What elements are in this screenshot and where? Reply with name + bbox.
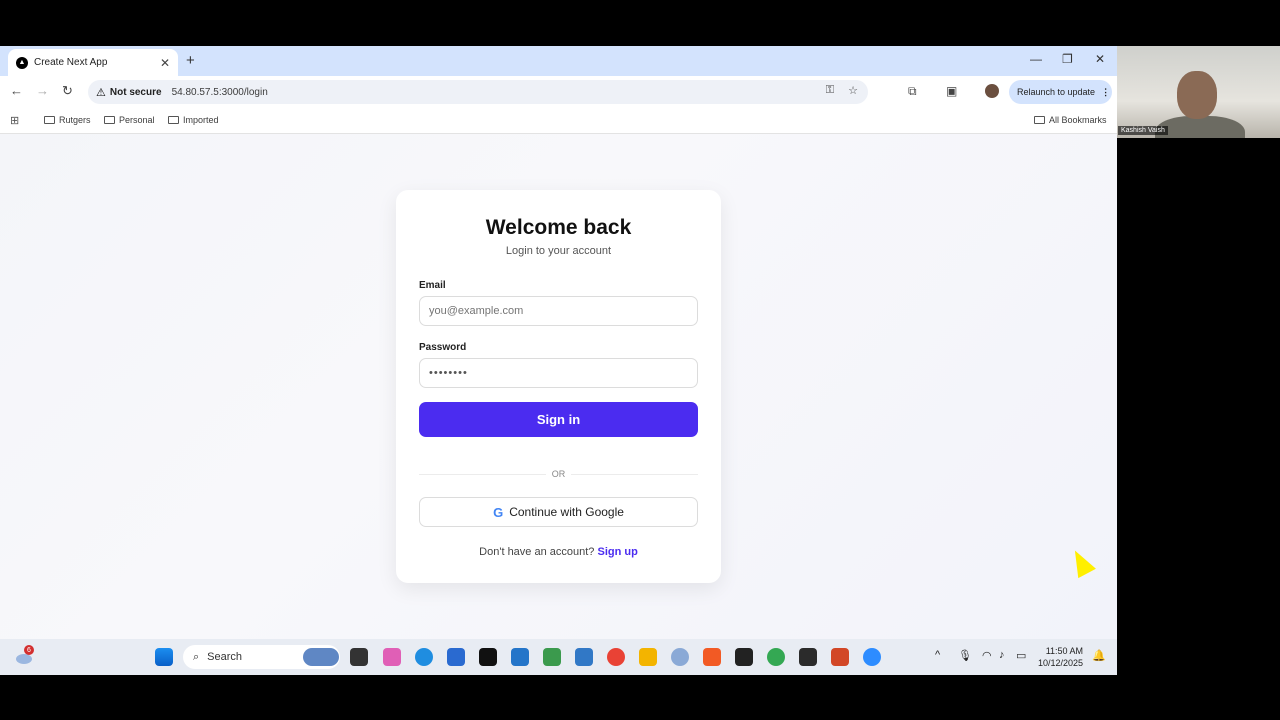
google-icon: G (493, 504, 504, 520)
bookmark-personal[interactable]: Personal (104, 115, 155, 125)
password-field[interactable] (419, 358, 698, 388)
zoom-icon[interactable] (863, 648, 881, 666)
copilot-icon[interactable] (383, 648, 401, 666)
restore-icon[interactable]: ❐ (1062, 52, 1073, 66)
taskbar: 6 ⌕ Search ^ 🎙 ◠ ♪ ▭ 11:50 AM 10/12/2025 (0, 639, 1117, 675)
browser-toolbar: ← → ↻ ⚠ Not secure 54.80.57.5:3000/login… (0, 76, 1117, 108)
media-icon[interactable]: ▣ (946, 84, 957, 98)
tab-close-icon[interactable]: ✕ (160, 56, 170, 70)
task-view-icon[interactable] (350, 648, 368, 666)
url-text: 54.80.57.5:3000/login (171, 86, 268, 98)
screen: ▲ Create Next App ✕ + — ❐ ✕ ← → ↻ ⚠ Not … (0, 0, 1280, 720)
battery-icon[interactable]: ▭ (1016, 649, 1026, 662)
bookmark-rutgers[interactable]: Rutgers (44, 115, 91, 125)
system-clock[interactable]: 11:50 AM 10/12/2025 (1038, 645, 1083, 669)
person-head (1177, 71, 1217, 119)
person-body (1155, 116, 1245, 138)
tab-create-next-app[interactable]: ▲ Create Next App ✕ (8, 49, 178, 76)
vscode-icon[interactable] (511, 648, 529, 666)
clock-date: 10/12/2025 (1038, 658, 1084, 668)
bookmark-label: Rutgers (59, 115, 91, 125)
folder-icon (1034, 116, 1045, 124)
chrome-icon[interactable] (607, 648, 625, 666)
page-subtitle: Login to your account (505, 245, 612, 257)
windows-start-icon[interactable] (155, 648, 173, 666)
r-icon[interactable] (671, 648, 689, 666)
brave-icon[interactable] (703, 648, 721, 666)
chevron-up-icon[interactable]: ^ (935, 649, 940, 661)
sign-up-link[interactable]: Sign up (597, 546, 637, 558)
back-icon[interactable]: ← (10, 83, 23, 98)
profile-avatar[interactable] (985, 84, 999, 98)
login-page: Welcome back Login to your account Email… (0, 134, 1117, 639)
window-close-icon[interactable]: ✕ (1095, 52, 1105, 66)
sticky-notes-icon[interactable] (735, 648, 753, 666)
chrome-profile-icon[interactable] (767, 648, 785, 666)
new-tab-icon[interactable]: + (186, 52, 195, 69)
relaunch-button[interactable]: Relaunch to update ⋮ (1009, 80, 1112, 104)
folder-icon (44, 116, 55, 124)
folder-icon (104, 116, 115, 124)
extensions-icon[interactable]: ⧉ (908, 84, 917, 99)
nextjs-favicon-icon: ▲ (16, 56, 28, 69)
wifi-icon[interactable]: ◠ (982, 649, 992, 662)
search-label: Search (207, 651, 243, 663)
notification-bell-icon[interactable]: 🔔 (1092, 649, 1106, 662)
excel-icon[interactable] (543, 648, 561, 666)
clock-time: 11:50 AM (1045, 646, 1084, 656)
apps-grid-icon[interactable]: ⊞ (10, 114, 19, 127)
email-label: Email (419, 280, 446, 291)
widget-image-icon[interactable] (303, 648, 339, 666)
google-signin-button[interactable]: G Continue with Google (419, 497, 698, 527)
page-title: Welcome back (485, 216, 632, 239)
not-secure-label: Not secure (109, 86, 162, 98)
webcam-overlay: Kashish Vaish (1117, 46, 1280, 138)
minimize-icon[interactable]: — (1030, 52, 1042, 66)
notification-badge: 6 (24, 645, 34, 655)
powerpoint-icon[interactable] (831, 648, 849, 666)
mic-icon[interactable]: 🎙 (958, 649, 972, 662)
more-menu-icon[interactable]: ⋮ (1101, 87, 1110, 98)
email-field[interactable] (419, 296, 698, 326)
relaunch-label: Relaunch to update (1017, 87, 1096, 97)
folder-icon (168, 116, 179, 124)
signup-prompt: Don't have an account? (479, 546, 595, 558)
volume-icon[interactable]: ♪ (999, 649, 1005, 661)
warning-icon: ⚠ (96, 86, 106, 99)
webcam-name-label: Kashish Vaish (1118, 126, 1168, 135)
store-icon[interactable] (447, 648, 465, 666)
login-card: Welcome back Login to your account Email… (396, 190, 721, 583)
google-button-label: Continue with Google (509, 505, 624, 519)
edge-icon[interactable] (415, 648, 433, 666)
password-label: Password (419, 342, 467, 353)
bookmark-label: Imported (183, 115, 219, 125)
signup-row: Don't have an account? Sign up (396, 546, 721, 558)
file-explorer-icon[interactable] (639, 648, 657, 666)
password-key-icon[interactable]: ⚿ (826, 84, 834, 97)
tab-title: Create Next App (34, 57, 108, 68)
tab-bar: ▲ Create Next App ✕ + — ❐ ✕ (0, 46, 1117, 76)
or-label: OR (546, 469, 571, 479)
bookmark-star-icon[interactable]: ☆ (848, 84, 858, 97)
terminal-icon[interactable] (799, 648, 817, 666)
address-bar[interactable]: ⚠ Not secure 54.80.57.5:3000/login ⚿ ☆ (88, 80, 868, 104)
search-icon: ⌕ (193, 650, 200, 663)
browser-window: ▲ Create Next App ✕ + — ❐ ✕ ← → ↻ ⚠ Not … (0, 46, 1117, 639)
forward-icon[interactable]: → (36, 83, 49, 98)
all-bookmarks-label: All Bookmarks (1049, 115, 1107, 125)
sign-in-button[interactable]: Sign in (419, 402, 698, 437)
app-icon[interactable] (575, 648, 593, 666)
bookmark-label: Personal (119, 115, 155, 125)
bookmarks-bar: ⊞ Rutgers Personal Imported All Bookmark… (0, 108, 1117, 134)
notion-icon[interactable] (479, 648, 497, 666)
reload-icon[interactable]: ↻ (62, 83, 73, 99)
all-bookmarks[interactable]: All Bookmarks (1034, 115, 1107, 125)
bookmark-imported[interactable]: Imported (168, 115, 219, 125)
